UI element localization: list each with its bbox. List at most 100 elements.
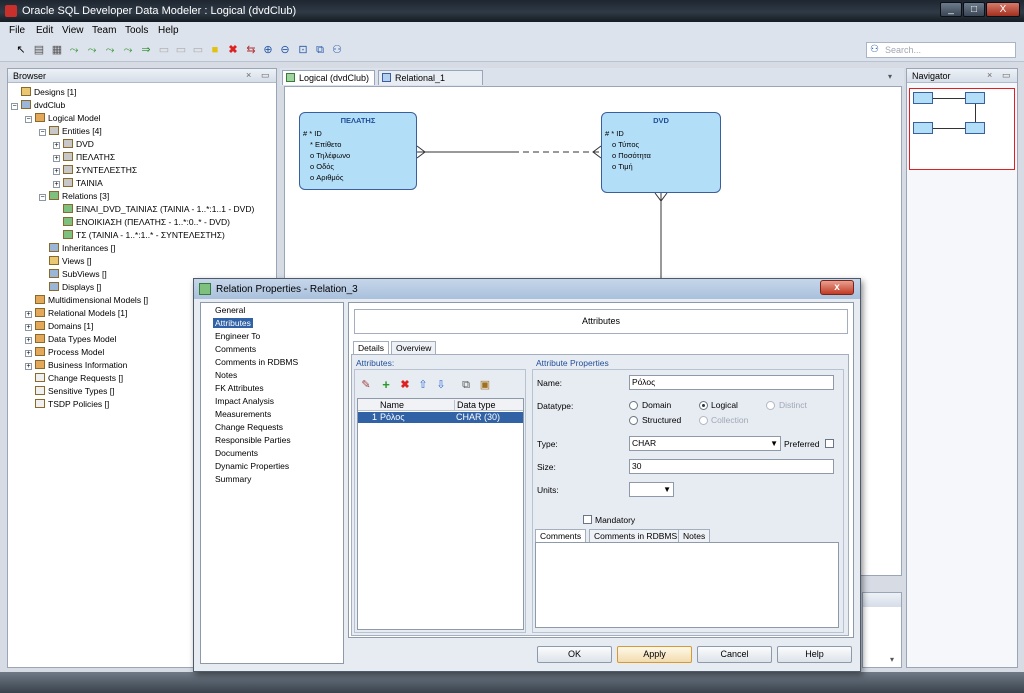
tree-item[interactable]: − dvdClub [11,100,65,110]
tree-item[interactable]: − Entities [4] [39,126,102,136]
tree-item[interactable]: Sensitive Types [] [25,386,114,396]
new-view-icon[interactable]: ▦ [50,43,64,57]
nav-item-engineer-to[interactable]: Engineer To [215,331,260,341]
maximize-button[interactable]: □ [963,2,985,17]
new-entity-icon[interactable]: ▤ [32,43,46,57]
tab-relational[interactable]: Relational_1 (dvdClub) [378,70,483,97]
type-select[interactable]: CHAR ▼ [629,436,781,451]
tree-item[interactable]: + DVD [53,139,94,149]
expand-icon[interactable]: + [25,324,32,331]
tree-item[interactable]: + Process Model [25,347,104,357]
help-button[interactable]: Help [777,646,852,663]
column-header-datatype[interactable]: Data type [454,400,496,410]
dropdown-icon[interactable]: ▾ [890,655,894,664]
note-icon[interactable]: ▭ [174,43,188,57]
tree-item[interactable]: ΕΙΝΑΙ_DVD_ΤΑΙΝΙΑΣ (ΤΑΙΝΙΑ - 1..*:1..1 - … [53,204,254,214]
expand-icon[interactable]: + [25,363,32,370]
tree-item[interactable]: SubViews [] [39,269,107,279]
nav-item-attributes[interactable]: Attributes [213,318,253,328]
nav-item-notes[interactable]: Notes [215,370,237,380]
comments-textarea[interactable] [535,542,839,628]
nav-item-comments-in-rdbms[interactable]: Comments in RDBMS [215,357,298,367]
tree-item[interactable]: + ΤΑΙΝΙΑ [53,178,103,188]
relation-icon[interactable]: ⤳ [103,43,117,57]
dropdown-icon[interactable]: ▾ [888,72,892,81]
table-row[interactable]: 1 Ρόλος CHAR (30) [358,412,523,423]
minimize-panel-icon[interactable]: ▭ [261,70,270,81]
tree-item[interactable]: Change Requests [] [25,373,123,383]
column-header-name[interactable]: Name [380,400,404,410]
relation-icon[interactable]: ⤳ [67,43,81,57]
nav-item-measurements[interactable]: Measurements [215,409,271,419]
tree-item[interactable]: + ΠΕΛΑΤΗΣ [53,152,115,162]
cancel-button[interactable]: Cancel [697,646,772,663]
arrow-up-icon[interactable]: ⇧ [416,378,430,392]
name-field[interactable]: Ρόλος [629,375,834,390]
collapse-icon[interactable]: − [39,129,46,136]
tree-item[interactable]: − Logical Model [25,113,100,123]
tree-item[interactable]: + ΣΥΝΤΕΛΕΣΤΗΣ [53,165,137,175]
tree-item[interactable]: Designs [1] [11,87,77,97]
tab-details[interactable]: Details [353,341,389,354]
menu-help[interactable]: Help [158,25,179,36]
tree-item[interactable]: + Domains [1] [25,321,93,331]
navigator-viewport[interactable] [909,88,1015,170]
radio-structured[interactable] [629,416,638,425]
dialog-close-button[interactable]: x [820,280,854,295]
tree-item[interactable]: TSDP Policies [] [25,399,109,409]
tab-logical[interactable]: Logical (dvdClub) × [282,70,375,97]
paste-icon[interactable]: ▣ [478,378,492,392]
tree-item[interactable]: ΕΝΟΙΚΙΑΣΗ (ΠΕΛΑΤΗΣ - 1..*:0..* - DVD) [53,217,230,227]
expand-icon[interactable]: + [25,311,32,318]
nav-item-summary[interactable]: Summary [215,474,251,484]
add-icon[interactable]: + [379,378,393,392]
tree-item[interactable]: Displays [] [39,282,101,292]
menu-edit[interactable]: Edit [36,25,53,36]
menu-file[interactable]: File [9,25,25,36]
delete-icon[interactable]: ✖ [226,43,240,57]
expand-icon[interactable]: + [53,142,60,149]
tree-item[interactable]: + Relational Models [1] [25,308,127,318]
collapse-icon[interactable]: − [11,103,18,110]
apply-button[interactable]: Apply [617,646,692,663]
find-icon[interactable]: ⚇ [330,43,344,57]
collapse-icon[interactable]: − [25,116,32,123]
nav-item-change-requests[interactable]: Change Requests [215,422,283,432]
delete-icon[interactable]: ✖ [398,378,412,392]
collapse-icon[interactable]: − [39,194,46,201]
minimize-panel-icon[interactable]: ▭ [1002,70,1011,81]
nav-item-dynamic-properties[interactable]: Dynamic Properties [215,461,289,471]
tree-item[interactable]: Inheritances [] [39,243,115,253]
tree-item[interactable]: ΤΣ (ΤΑΙΝΙΑ - 1..*:1..* - ΣΥΝΤΕΛΕΣΤΗΣ) [53,230,225,240]
entity-pelatis[interactable]: ΠΕΛΑΤΗΣ # * ID * Επίθετο o Τηλέφωνο o Οδ… [299,112,417,190]
expand-icon[interactable]: + [53,168,60,175]
tree-item[interactable]: − Relations [3] [39,191,109,201]
ok-button[interactable]: OK [537,646,612,663]
note-yellow-icon[interactable]: ■ [208,43,222,57]
menu-tools[interactable]: Tools [125,25,148,36]
tree-item[interactable]: + Business Information [25,360,127,370]
nav-item-responsible-parties[interactable]: Responsible Parties [215,435,291,445]
entity-dvd[interactable]: DVD # * ID o Τύπος o Ποσότητα o Τιμή [601,112,721,193]
close-icon[interactable]: × [246,70,251,80]
tree-item[interactable]: Views [] [39,256,92,266]
minimize-button[interactable]: _ [940,2,962,17]
properties-icon[interactable]: ✎ [359,378,373,392]
preferred-checkbox[interactable] [825,439,834,448]
nav-item-comments[interactable]: Comments [215,344,256,354]
nav-item-impact-analysis[interactable]: Impact Analysis [215,396,274,406]
expand-icon[interactable]: + [53,155,60,162]
nav-item-fk-attributes[interactable]: FK Attributes [215,383,264,393]
zoom-out-icon[interactable]: ⊖ [278,43,292,57]
fit-screen-icon[interactable]: ⊡ [296,43,310,57]
expand-icon[interactable]: + [25,350,32,357]
tab-comments[interactable]: Comments [535,529,587,542]
tab-notes[interactable]: Notes [678,529,711,542]
mandatory-checkbox[interactable] [583,515,592,524]
tab-comments-rdbms[interactable]: Comments in RDBMS [589,529,683,542]
expand-icon[interactable]: + [25,337,32,344]
nav-item-general[interactable]: General [215,305,245,315]
layout-icon[interactable]: ⧉ [313,43,327,57]
relation-icon[interactable]: ⤳ [85,43,99,57]
zoom-in-icon[interactable]: ⊕ [261,43,275,57]
